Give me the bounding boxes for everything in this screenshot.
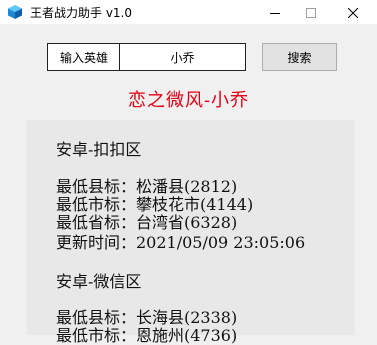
close-icon — [347, 3, 359, 22]
title-bar: 王者战力助手 v1.0 — [0, 0, 377, 24]
lowest-city: 最低市标：攀枝花市(4144) — [56, 195, 254, 214]
lowest-county: 最低县标：长海县(2338) — [56, 308, 238, 327]
window-title: 王者战力助手 v1.0 — [30, 6, 133, 20]
section-header-android-qq: 安卓-扣扣区 — [56, 140, 142, 159]
update-time: 更新时间：2021/05/09 23:05:06 — [56, 233, 306, 252]
lowest-county: 最低县标：松潘县(2812) — [56, 177, 238, 196]
maximize-icon — [306, 3, 316, 22]
author-label: 恋之微风-小乔 — [127, 90, 250, 111]
close-button[interactable] — [334, 0, 372, 24]
cube-icon — [7, 4, 23, 20]
hero-input[interactable] — [119, 43, 246, 71]
maximize-button[interactable] — [292, 0, 330, 24]
section-header-android-wechat: 安卓-微信区 — [56, 272, 142, 291]
lowest-city: 最低市标：恩施州(4736) — [56, 326, 238, 345]
minimize-button[interactable] — [256, 0, 294, 24]
minimize-icon — [270, 3, 280, 22]
search-button[interactable]: 搜索 — [262, 43, 337, 71]
hero-input-label: 输入英雄 — [47, 43, 120, 71]
lowest-province: 最低省标：台湾省(6328) — [56, 213, 238, 232]
